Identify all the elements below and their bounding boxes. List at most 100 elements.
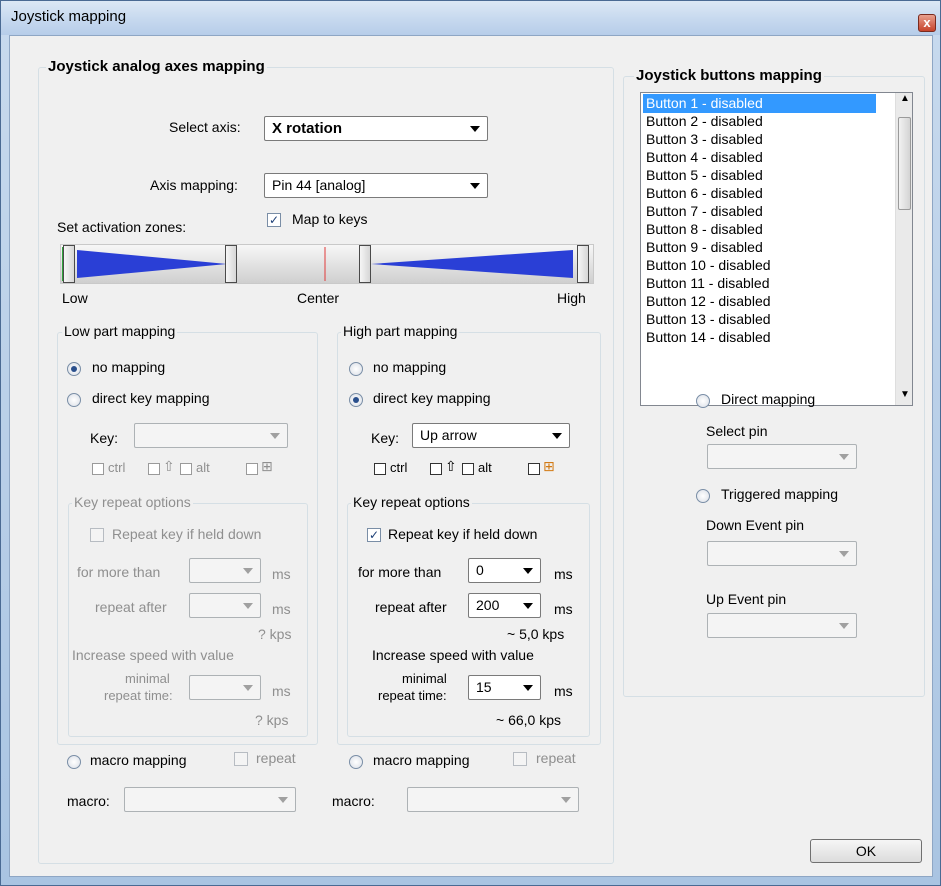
low-key-label: Key: <box>90 430 119 446</box>
low-start-thumb[interactable] <box>63 245 75 283</box>
high-ms-label-2: ms <box>554 601 573 617</box>
list-item[interactable]: Button 7 - disabled <box>643 202 876 221</box>
zone-low-label: Low <box>62 290 88 306</box>
list-item[interactable]: Button 9 - disabled <box>643 238 876 257</box>
low-direct-mapping-label: direct key mapping <box>92 390 210 406</box>
high-win-checkbox[interactable] <box>528 463 540 475</box>
list-item[interactable]: Button 3 - disabled <box>643 130 876 149</box>
up-event-pin-dropdown[interactable] <box>707 613 857 638</box>
high-minimal-value: 15 <box>476 679 492 695</box>
list-item[interactable]: Button 11 - disabled <box>643 274 876 293</box>
list-item[interactable]: Button 5 - disabled <box>643 166 876 185</box>
low-for-more-than-dropdown[interactable] <box>189 558 261 583</box>
high-macro-radio[interactable] <box>349 755 363 769</box>
high-alt-checkbox[interactable] <box>462 463 474 475</box>
list-item[interactable]: Button 13 - disabled <box>643 310 876 329</box>
low-no-mapping-radio[interactable] <box>67 362 81 376</box>
direct-mapping-radio[interactable] <box>696 394 710 408</box>
zone-high-label: High <box>557 290 586 306</box>
chevron-down-icon <box>470 183 480 189</box>
scroll-up-icon[interactable]: ▲ <box>900 93 910 104</box>
select-pin-dropdown[interactable] <box>707 444 857 469</box>
list-item[interactable]: Button 8 - disabled <box>643 220 876 239</box>
list-item[interactable]: Button 6 - disabled <box>643 184 876 203</box>
list-item[interactable]: Button 4 - disabled <box>643 148 876 167</box>
low-shift-checkbox[interactable] <box>148 463 160 475</box>
chevron-down-icon <box>523 568 533 574</box>
high-direct-mapping-label: direct key mapping <box>373 390 491 406</box>
low-alt-label: alt <box>196 460 210 475</box>
scrollbar-thumb[interactable] <box>898 117 911 210</box>
chevron-down-icon <box>270 433 280 439</box>
buttons-listbox[interactable]: Button 1 - disabled Button 2 - disabled Bu… <box>640 92 913 406</box>
low-ms-label-2: ms <box>272 601 291 617</box>
low-macro-repeat-checkbox[interactable] <box>234 752 248 766</box>
up-event-pin-label: Up Event pin <box>706 591 787 607</box>
shift-icon: ⇧ <box>163 458 175 474</box>
low-end-thumb[interactable] <box>225 245 237 283</box>
low-macro-dropdown[interactable] <box>124 787 296 812</box>
low-direct-mapping-radio[interactable] <box>67 393 81 407</box>
map-to-keys-checkbox[interactable]: ✓ <box>267 213 281 227</box>
high-macro-repeat-checkbox[interactable] <box>513 752 527 766</box>
close-button[interactable]: x <box>918 14 936 32</box>
low-for-more-than-label: for more than <box>77 564 161 580</box>
low-key-dropdown[interactable] <box>134 423 288 448</box>
high-end-thumb[interactable] <box>577 245 589 283</box>
close-icon: x <box>923 15 931 30</box>
buttons-scrollbar[interactable]: ▲ ▼ <box>895 93 912 405</box>
high-direct-mapping-radio[interactable] <box>349 393 363 407</box>
select-pin-label: Select pin <box>706 423 768 439</box>
high-start-thumb[interactable] <box>359 245 371 283</box>
high-ms-label-1: ms <box>554 566 573 582</box>
low-macro-radio[interactable] <box>67 755 81 769</box>
high-macro-label: macro mapping <box>373 752 470 768</box>
high-repeat-after-dropdown[interactable]: 200 <box>468 593 541 618</box>
low-minimal-dropdown[interactable] <box>189 675 261 700</box>
low-alt-checkbox[interactable] <box>180 463 192 475</box>
high-increase-label: Increase speed with value <box>372 647 534 663</box>
low-macro-repeat-label: repeat <box>256 750 296 766</box>
scroll-down-icon[interactable]: ▼ <box>900 389 910 400</box>
list-item[interactable]: Button 1 - disabled <box>643 94 876 113</box>
low-repeat-checkbox[interactable] <box>90 528 104 542</box>
list-item[interactable]: Button 2 - disabled <box>643 112 876 131</box>
list-item[interactable]: Button 12 - disabled <box>643 292 876 311</box>
high-repeat-checkbox[interactable]: ✓ <box>367 528 381 542</box>
low-ctrl-checkbox[interactable] <box>92 463 104 475</box>
map-to-keys-label: Map to keys <box>292 211 368 227</box>
high-repeat-title: Key repeat options <box>351 494 472 510</box>
high-macro-dropdown[interactable] <box>407 787 579 812</box>
high-key-value: Up arrow <box>420 427 477 443</box>
high-for-more-than-dropdown[interactable]: 0 <box>468 558 541 583</box>
title-bar[interactable]: Joystick mapping x <box>1 1 940 35</box>
chevron-down-icon <box>839 551 849 557</box>
activation-zone-slider[interactable] <box>60 244 594 284</box>
high-alt-label: alt <box>478 460 492 475</box>
axis-mapping-label: Axis mapping: <box>150 177 238 193</box>
list-item[interactable]: Button 14 - disabled <box>643 328 876 347</box>
high-zone-wedge <box>371 250 573 278</box>
axis-mapping-dropdown[interactable]: Pin 44 [analog] <box>264 173 488 198</box>
low-repeat-time-label: repeat time: <box>104 688 173 703</box>
chevron-down-icon <box>243 603 253 609</box>
high-shift-checkbox[interactable] <box>430 463 442 475</box>
high-no-mapping-radio[interactable] <box>349 362 363 376</box>
high-minimal-dropdown[interactable]: 15 <box>468 675 541 700</box>
down-event-pin-dropdown[interactable] <box>707 541 857 566</box>
select-axis-dropdown[interactable]: X rotation <box>264 116 488 141</box>
high-key-dropdown[interactable]: Up arrow <box>412 423 570 448</box>
chevron-down-icon <box>561 797 571 803</box>
low-part-title: Low part mapping <box>62 323 178 339</box>
high-key-label: Key: <box>371 430 400 446</box>
high-ctrl-label: ctrl <box>390 460 408 475</box>
low-kps-2: ? kps <box>255 712 289 728</box>
high-repeat-label: Repeat key if held down <box>388 526 538 542</box>
low-repeat-title: Key repeat options <box>72 494 193 510</box>
triggered-mapping-radio[interactable] <box>696 489 710 503</box>
high-ctrl-checkbox[interactable] <box>374 463 386 475</box>
ok-button[interactable]: OK <box>810 839 922 863</box>
low-win-checkbox[interactable] <box>246 463 258 475</box>
list-item[interactable]: Button 10 - disabled <box>643 256 876 275</box>
low-repeat-after-dropdown[interactable] <box>189 593 261 618</box>
